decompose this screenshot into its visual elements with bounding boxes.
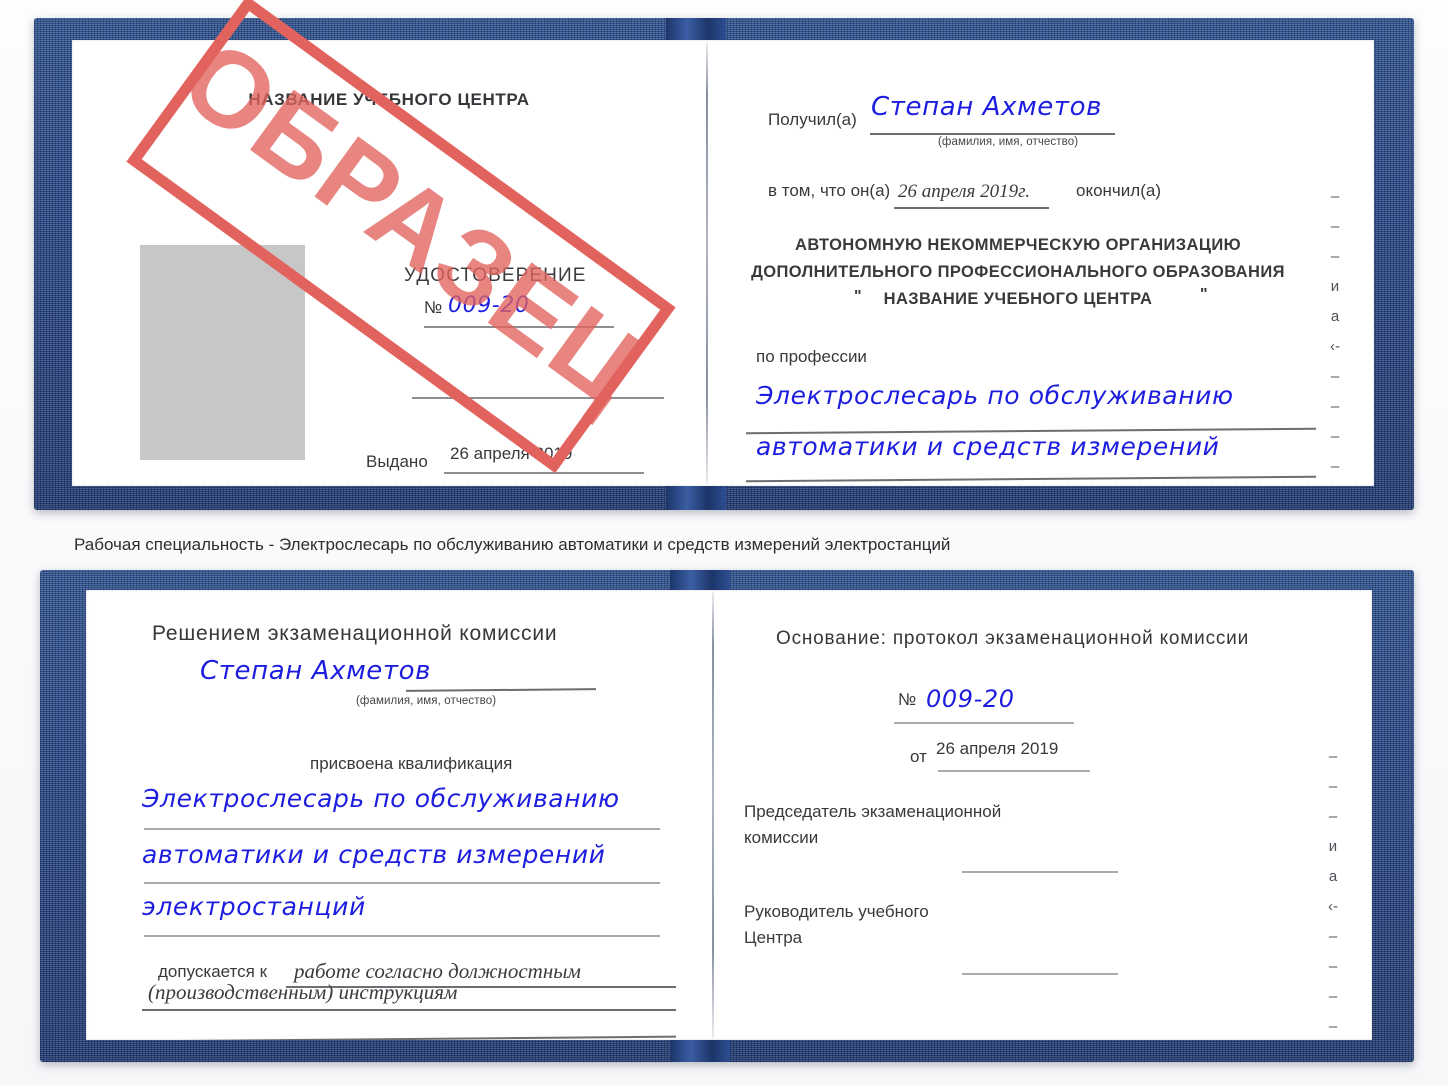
edge-mark: –: [1328, 778, 1338, 795]
edge-mark: –: [1328, 928, 1338, 945]
edge-mark: и: [1328, 838, 1338, 855]
finished-label: окончил(а): [1076, 181, 1161, 200]
page-edge-marks-top: – – – и а ‹- – – – –: [1322, 182, 1348, 482]
edge-mark: –: [1330, 218, 1340, 235]
protocol-number-rule: [894, 722, 1074, 724]
allowed-value-line-2: (производственным) инструкциям: [148, 980, 458, 1004]
bottom-name-hint: (фамилия, имя, отчество): [356, 695, 497, 707]
edge-mark: –: [1330, 428, 1340, 445]
protocol-date-label: от: [910, 747, 927, 766]
issued-value: 26 апреля 2019: [450, 444, 573, 463]
edge-mark: ‹-: [1330, 338, 1340, 355]
protocol-date-value: 26 апреля 2019: [936, 739, 1059, 758]
bottom-name-rule: [405, 688, 597, 692]
received-rule: [870, 133, 1115, 135]
number-rule: [424, 326, 614, 328]
basis-text: Основание: протокол экзаменационной коми…: [776, 628, 1250, 649]
seal-label: М.П.: [196, 484, 232, 486]
completion-date-rule: [894, 207, 1049, 209]
bottom-name-value: Степан Ахметов: [200, 656, 432, 686]
spine-bump-bottom: [666, 486, 726, 510]
issued-rule: [444, 472, 644, 474]
chairman-line-1: Председатель экзаменационной: [744, 802, 1002, 821]
edge-mark: –: [1330, 398, 1340, 415]
top-left-page: НАЗВАНИЕ УЧЕБНОГО ЦЕНТРА УДОСТОВЕРЕНИЕ №…: [72, 40, 706, 486]
received-value: Степан Ахметов: [871, 92, 1103, 122]
head-line-1: Руководитель учебного: [744, 902, 929, 921]
organization-line-2: ДОПОЛНИТЕЛЬНОГО ПРОФЕССИОНАЛЬНОГО ОБРАЗО…: [751, 263, 1285, 281]
edge-mark: а: [1328, 868, 1338, 885]
training-center-name: НАЗВАНИЕ УЧЕБНОГО ЦЕНТРА: [248, 90, 530, 109]
certificate-number-label: №: [424, 298, 443, 317]
chairman-signature-rule: [962, 871, 1118, 873]
allowed-rule-3: [142, 1035, 676, 1040]
edge-mark: ‹-: [1328, 898, 1338, 915]
organization-quote-close: ": [1200, 286, 1208, 303]
bottom-left-page: Решением экзаменационной комиссии Степан…: [86, 590, 712, 1040]
head-line-2: Центра: [744, 928, 803, 947]
certificate-bottom-cover: Решением экзаменационной комиссии Степан…: [40, 570, 1414, 1062]
page-edge-marks-bottom: – – – и а ‹- – – – –: [1320, 742, 1346, 1040]
allowed-label: допускается к: [158, 962, 268, 981]
qualification-label: присвоена квалификация: [310, 754, 513, 773]
organization-line-3: НАЗВАНИЕ УЧЕБНОГО ЦЕНТРА: [883, 290, 1153, 308]
edge-mark: –: [1328, 958, 1338, 975]
spine-bump-bottom: [670, 1040, 730, 1062]
qualification-rule-3: [144, 935, 660, 937]
certificate-title: УДОСТОВЕРЕНИЕ: [404, 265, 587, 286]
protocol-number-label: №: [898, 690, 917, 709]
qualification-line-1: Электрослесарь по обслуживанию: [142, 784, 620, 813]
qualification-line-2: автоматики и средств измерений: [142, 840, 606, 869]
qualification-rule-1: [144, 828, 660, 830]
edge-mark: –: [1328, 1018, 1338, 1035]
top-right-page: Получил(а) Степан Ахметов (фамилия, имя,…: [708, 40, 1374, 486]
edge-mark: –: [1328, 988, 1338, 1005]
protocol-date-rule: [938, 770, 1090, 772]
edge-mark: а: [1330, 308, 1340, 325]
certificate-top-pages: НАЗВАНИЕ УЧЕБНОГО ЦЕНТРА УДОСТОВЕРЕНИЕ №…: [72, 40, 1374, 486]
protocol-number-value: 009-20: [926, 685, 1015, 713]
blank-rule-middle: [412, 397, 664, 399]
caption-text: Рабочая специальность - Электрослесарь п…: [74, 535, 951, 554]
head-signature-rule: [962, 973, 1118, 975]
name-hint: (фамилия, имя, отчество): [938, 136, 1079, 148]
profession-rule-2: [746, 475, 1316, 482]
profession-label: по профессии: [756, 347, 867, 366]
qualification-line-3: электростанций: [142, 892, 366, 921]
certificate-number-value: 009-20: [448, 293, 530, 318]
bottom-right-page: Основание: протокол экзаменационной коми…: [714, 590, 1372, 1040]
organization-line-1: АВТОНОМНУЮ НЕКОММЕРЧЕСКУЮ ОРГАНИЗАЦИЮ: [795, 236, 1241, 254]
issued-label: Выдано: [366, 452, 428, 471]
edge-mark: –: [1330, 188, 1340, 205]
chairman-line-2: комиссии: [744, 828, 819, 847]
qualification-rule-2: [144, 882, 660, 884]
edge-mark: –: [1328, 748, 1338, 765]
completion-date: 26 апреля 2019г.: [898, 181, 1030, 202]
profession-line-1: Электрослесарь по обслуживанию: [756, 381, 1234, 410]
edge-mark: и: [1330, 278, 1340, 295]
spine-bump-top: [670, 570, 730, 592]
certificate-top-cover: НАЗВАНИЕ УЧЕБНОГО ЦЕНТРА УДОСТОВЕРЕНИЕ №…: [34, 18, 1414, 510]
photo-placeholder: [140, 245, 305, 460]
allowed-rule-2: [142, 1009, 676, 1011]
edge-mark: –: [1330, 458, 1340, 475]
that-he-label: в том, что он(а): [768, 181, 891, 200]
certificate-bottom-pages: Решением экзаменационной комиссии Степан…: [86, 590, 1372, 1040]
edge-mark: –: [1330, 368, 1340, 385]
certificate-scan-page: НАЗВАНИЕ УЧЕБНОГО ЦЕНТРА УДОСТОВЕРЕНИЕ №…: [0, 0, 1448, 1085]
edge-mark: –: [1330, 248, 1340, 265]
received-label: Получил(а): [768, 110, 857, 129]
spine-bump-top: [666, 18, 726, 42]
profession-line-2: автоматики и средств измерений: [756, 432, 1220, 461]
profession-line-3: электростанций: [756, 483, 980, 486]
commission-decision-heading: Решением экзаменационной комиссии: [152, 622, 558, 645]
edge-mark: –: [1328, 808, 1338, 825]
